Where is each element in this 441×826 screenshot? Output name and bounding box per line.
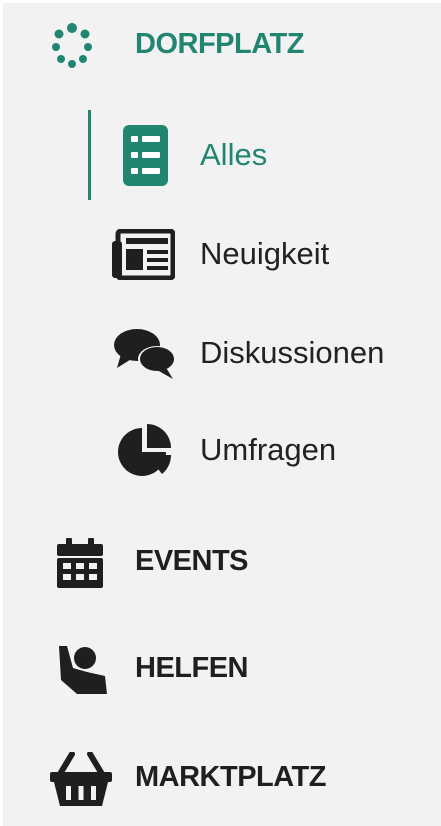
nav-label-dorfplatz: DORFPLATZ (135, 28, 304, 60)
nav-label-marktplatz: MARKTPLATZ (135, 761, 326, 793)
nav-label-diskussionen: Diskussionen (200, 335, 385, 370)
nav-label-events: EVENTS (135, 545, 249, 577)
nav-label-helfen: HELFEN (135, 652, 249, 684)
nav-label-alles: Alles (200, 137, 268, 172)
dots-ring-icon (52, 23, 92, 68)
nav-label-umfragen: Umfragen (200, 432, 337, 467)
calendar-icon (57, 538, 103, 588)
basket-icon (50, 752, 112, 806)
nav-label-neuigkeit: Neuigkeit (200, 236, 330, 271)
chat-bubbles-icon (114, 329, 176, 379)
active-indicator (88, 110, 91, 200)
pie-chart-icon (118, 424, 172, 476)
helping-person-icon (59, 646, 107, 694)
list-icon (123, 125, 168, 186)
newspaper-icon (112, 229, 175, 280)
sidebar-nav (3, 3, 441, 826)
